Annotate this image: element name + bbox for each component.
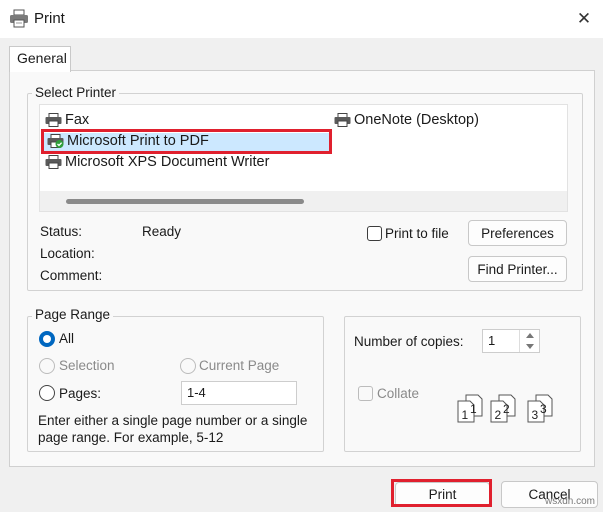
collate-page-label: 1 <box>462 408 469 422</box>
page-range-help-text: Enter either a single page number or a s… <box>38 413 308 445</box>
print-to-file-label[interactable]: Print to file <box>385 226 449 241</box>
printer-icon <box>334 113 351 127</box>
collate-page-label: 2 <box>503 402 510 416</box>
number-of-copies-label: Number of copies: <box>354 334 464 349</box>
printer-item-label: Fax <box>65 112 90 128</box>
preferences-button[interactable]: Preferences <box>468 220 567 246</box>
select-printer-legend: Select Printer <box>32 85 120 100</box>
pages-label[interactable]: Pages: <box>59 386 101 401</box>
copies-value: 1 <box>488 333 496 348</box>
collate-page-label: 3 <box>540 402 547 416</box>
spin-up-icon[interactable] <box>520 330 539 341</box>
printer-item-onenote-desktop[interactable]: OneNote (Desktop) <box>334 112 479 128</box>
close-button[interactable]: ✕ <box>568 4 600 34</box>
collate-checkbox[interactable] <box>358 386 373 401</box>
fax-printer-icon <box>45 113 62 127</box>
selection-radio[interactable] <box>39 358 55 374</box>
print-to-file-checkbox[interactable] <box>367 226 382 241</box>
current-page-label[interactable]: Current Page <box>199 358 279 373</box>
highlight-box-print <box>391 479 492 507</box>
status-label: Status: <box>40 224 83 239</box>
comment-label: Comment: <box>40 268 103 283</box>
highlight-box-printer <box>41 129 332 154</box>
printer-item-label: Microsoft XPS Document Writer <box>65 154 270 170</box>
collate-page-label: 2 <box>495 408 502 422</box>
all-radio[interactable] <box>39 331 55 347</box>
close-icon: ✕ <box>576 9 592 28</box>
title-bar <box>0 0 603 38</box>
find-printer-button[interactable]: Find Printer... <box>468 256 567 282</box>
collate-page-label: 3 <box>532 408 539 422</box>
page-range-legend: Page Range <box>32 307 114 322</box>
printer-item-label: OneNote (Desktop) <box>354 112 479 128</box>
collate-label[interactable]: Collate <box>377 386 419 401</box>
collate-illustration-icon: 1 1 2 2 3 3 <box>456 393 556 425</box>
selection-label[interactable]: Selection <box>59 358 115 373</box>
printer-item-microsoft-xps-document-writer[interactable]: Microsoft XPS Document Writer <box>45 154 269 170</box>
pages-radio[interactable] <box>39 385 55 401</box>
printer-icon <box>45 155 62 169</box>
spin-down-icon[interactable] <box>520 341 539 352</box>
copies-spin[interactable] <box>519 330 539 352</box>
tab-general[interactable]: General <box>9 46 71 72</box>
watermark-text: wsxdn.com <box>545 496 596 507</box>
location-label: Location: <box>40 246 95 261</box>
all-label[interactable]: All <box>59 331 74 346</box>
collate-page-label: 1 <box>470 402 477 416</box>
current-page-radio[interactable] <box>180 358 196 374</box>
printer-icon <box>9 9 29 28</box>
printer-item-fax[interactable]: Fax <box>45 112 89 128</box>
status-value: Ready <box>142 224 182 239</box>
pages-input[interactable]: 1-4 <box>181 381 297 405</box>
scrollbar-thumb[interactable] <box>66 199 304 204</box>
window-title: Print <box>34 10 65 27</box>
